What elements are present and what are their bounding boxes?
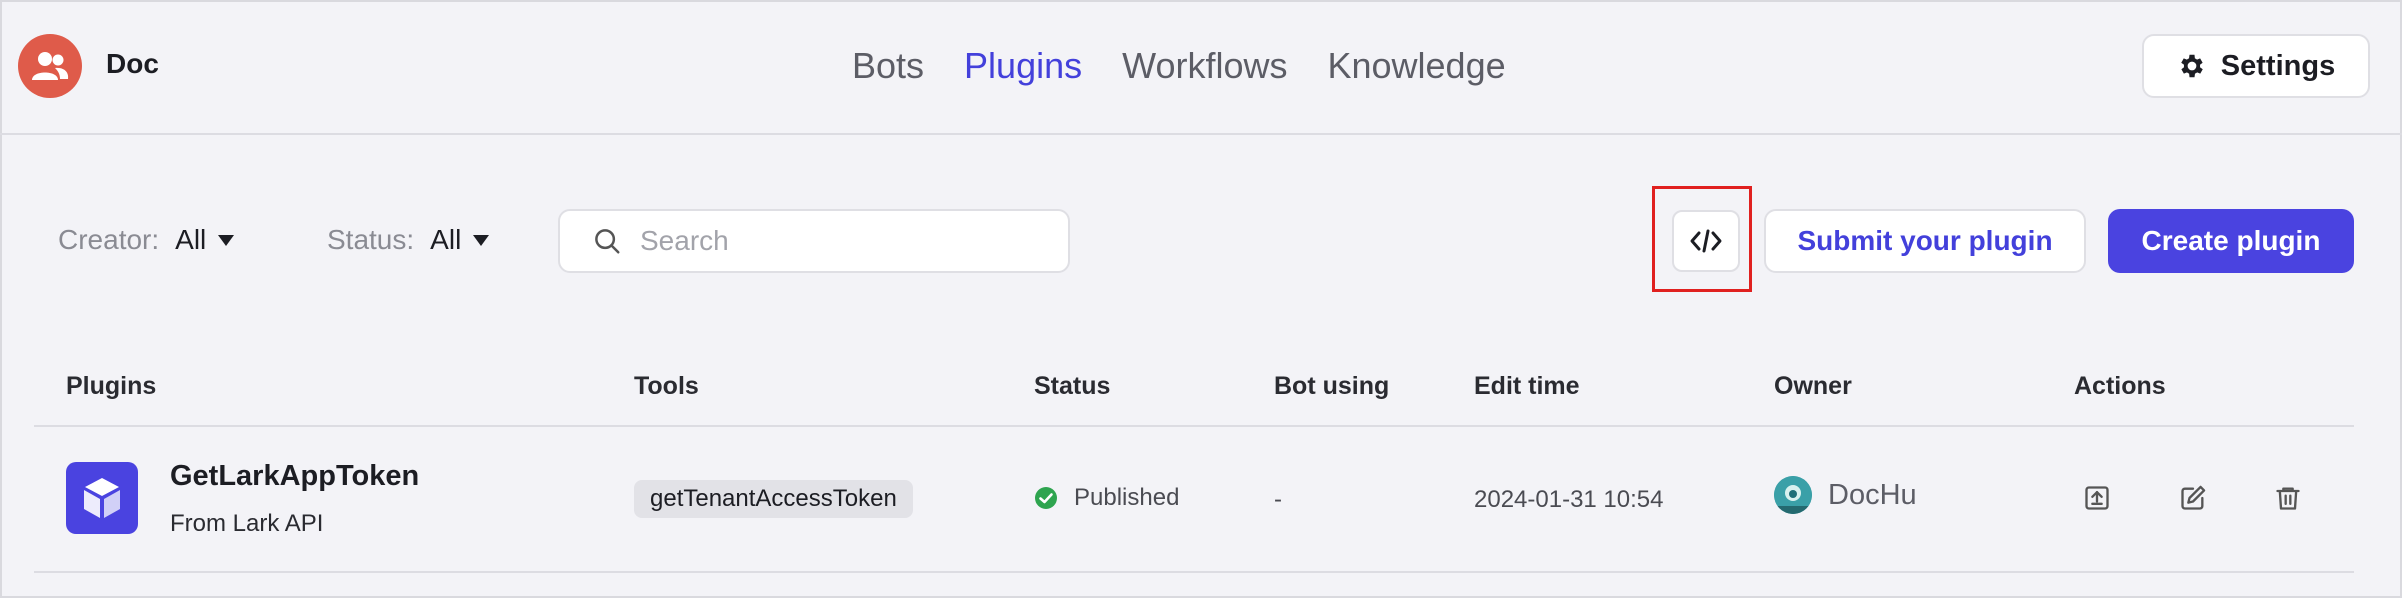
create-plugin-button[interactable]: Create plugin xyxy=(2108,209,2354,273)
creator-filter[interactable]: Creator: All xyxy=(58,224,235,256)
status-filter-value: All xyxy=(430,224,462,255)
status-badge: Published xyxy=(1034,484,1179,512)
search-box xyxy=(558,209,1070,273)
status-filter[interactable]: Status: All xyxy=(327,224,490,256)
plugin-source: From Lark API xyxy=(170,510,324,537)
search-icon xyxy=(595,229,620,254)
check-circle-icon xyxy=(1035,487,1057,509)
caret-down-icon xyxy=(218,234,235,246)
workspace-name[interactable]: Doc xyxy=(106,48,159,80)
status-filter-label: Status: xyxy=(327,224,415,255)
code-icon xyxy=(1690,229,1722,253)
plugin-icon xyxy=(66,462,138,534)
code-view-button[interactable] xyxy=(1672,210,1740,272)
tool-tag: getTenantAccessToken xyxy=(634,480,913,518)
nav-tab-bots[interactable]: Bots xyxy=(852,44,924,88)
submit-plugin-button[interactable]: Submit your plugin xyxy=(1764,209,2086,273)
row-divider xyxy=(34,571,2354,573)
creator-filter-label: Creator: xyxy=(58,224,160,255)
cube-icon xyxy=(84,478,120,518)
owner-avatar xyxy=(1774,476,1812,514)
column-header-status: Status xyxy=(1034,372,1111,400)
bot-using-count: - xyxy=(1274,486,1282,513)
publish-icon xyxy=(2085,486,2109,510)
column-header-actions: Actions xyxy=(2074,372,2166,400)
plugin-name[interactable]: GetLarkAppToken xyxy=(170,460,419,493)
owner-name: DocHu xyxy=(1828,478,1917,511)
nav-tab-knowledge[interactable]: Knowledge xyxy=(1327,44,1505,88)
column-header-edit-time: Edit time xyxy=(1474,372,1580,400)
header-divider xyxy=(34,425,2354,427)
status-text: Published xyxy=(1074,484,1180,511)
nav-tab-plugins[interactable]: Plugins xyxy=(964,44,1082,88)
column-header-tools: Tools xyxy=(634,372,699,400)
owner: DocHu xyxy=(1774,476,1917,514)
edit-icon xyxy=(2181,485,2206,510)
main-nav: Bots Plugins Workflows Knowledge xyxy=(852,44,1506,88)
caret-down-icon xyxy=(473,234,490,246)
settings-label: Settings xyxy=(2220,49,2336,82)
column-header-bot-using: Bot using xyxy=(1274,372,1390,400)
delete-icon xyxy=(2276,487,2300,510)
edit-button[interactable] xyxy=(2177,482,2209,514)
owner-avatar-image xyxy=(1774,476,1812,514)
delete-button[interactable] xyxy=(2272,482,2304,514)
edit-time: 2024-01-31 10:54 xyxy=(1474,486,1664,513)
search-input[interactable] xyxy=(640,225,1060,257)
gear-icon xyxy=(2181,54,2203,78)
settings-button[interactable]: Settings xyxy=(2142,34,2370,98)
publish-button[interactable] xyxy=(2081,482,2113,514)
creator-filter-value: All xyxy=(175,224,207,255)
column-header-owner: Owner xyxy=(1774,372,1852,400)
nav-tab-workflows[interactable]: Workflows xyxy=(1122,44,1287,88)
users-icon xyxy=(32,52,69,80)
column-header-plugins: Plugins xyxy=(66,372,157,400)
team-avatar[interactable] xyxy=(18,34,82,98)
top-header: Doc Bots Plugins Workflows Knowledge Set… xyxy=(0,0,2402,135)
